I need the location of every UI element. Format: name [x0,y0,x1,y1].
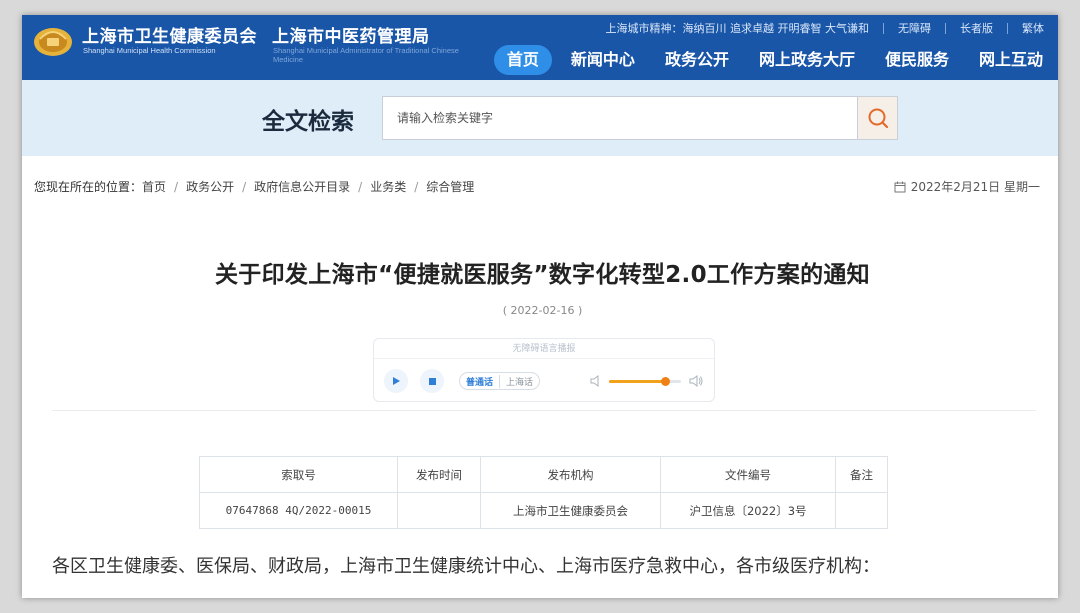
org-name[interactable]: 上海市卫生健康委员会 [82,22,257,47]
publisher-cell: 上海市卫生健康委员会 [480,492,661,529]
traditional-chinese-link[interactable]: 繁体 [1022,20,1044,36]
nav-gov-affairs[interactable]: 政务公开 [665,45,729,75]
publish-date: ( 2022-02-16 ) [502,304,583,317]
accessibility-link[interactable]: 无障碍 [898,20,931,36]
index-number-cell: 07647868 4Q/2022-00015 [199,492,398,529]
nav-online-hall[interactable]: 网上政务大厅 [759,45,855,75]
site-header: 上海市卫生健康委员会 Shanghai Municipal Health Com… [22,15,1058,80]
nav-home[interactable]: 首页 [493,45,552,75]
volume-low-icon[interactable] [589,374,603,388]
nav-services[interactable]: 便民服务 [885,45,949,75]
document-info-table: 索取号 发布时间 发布机构 文件编号 备注 07647868 4Q/2022-0… [199,456,888,529]
table-header-cell: 发布时间 [397,456,481,493]
browser-page: 上海市卫生健康委员会 Shanghai Municipal Health Com… [22,15,1058,598]
top-utility-bar: 上海城市精神：海纳百川 追求卓越 开明睿智 大气谦和 无障碍 长者版 繁体 [606,20,1045,36]
document-number-cell: 沪卫信息〔2022〕3号 [660,492,836,529]
divider [883,22,884,34]
main-nav: 首页 新闻中心 政务公开 网上政务大厅 便民服务 网上互动 [479,45,1058,75]
elder-mode-link[interactable]: 长者版 [960,20,993,36]
table-header-row: 索取号 发布时间 发布机构 文件编号 备注 [199,456,888,493]
divider [1007,22,1008,34]
lang-mandarin[interactable]: 普通话 [466,374,501,388]
divider [945,22,946,34]
breadcrumb-home[interactable]: 首页 [142,178,166,195]
section-divider [52,410,1036,411]
breadcrumb-separator: / [242,179,247,194]
volume-fill [609,380,666,383]
org-name-en: Shanghai Municipal Health Commission [83,46,216,55]
search-input[interactable] [382,96,858,140]
nav-news[interactable]: 新闻中心 [571,45,635,75]
current-date-text: 2022年2月21日 星期一 [910,180,1040,194]
breadcrumb-gov-affairs[interactable]: 政务公开 [186,178,234,195]
breadcrumb: 您现在所在的位置： 首页 / 政务公开 / 政府信息公开目录 / 业务类 / 综… [34,178,474,195]
volume-high-icon[interactable] [688,374,704,388]
remarks-cell [835,492,888,529]
breadcrumb-separator: / [174,179,179,194]
player-header: 无障碍语言播报 [374,339,714,359]
search-band: 全文检索 [22,80,1058,156]
table-row: 07647868 4Q/2022-00015 上海市卫生健康委员会 沪卫信息〔2… [199,492,888,529]
search-button[interactable] [857,96,898,140]
org2-name-en: Shanghai Municipal Administrator of Trad… [273,46,459,64]
article-salutation: 各区卫生健康委、医保局、财政局，上海市卫生健康统计中心、上海市医疗急救中心，各市… [52,556,880,577]
lang-shanghainese[interactable]: 上海话 [500,375,533,388]
breadcrumb-catalog[interactable]: 政府信息公开目录 [254,178,350,195]
city-spirit-text: 上海城市精神：海纳百川 追求卓越 开明睿智 大气谦和 [605,22,870,35]
stop-button[interactable] [420,369,444,393]
table-header-cell: 备注 [835,456,888,493]
volume-slider[interactable] [609,377,681,386]
audio-player: 无障碍语言播报 普通话 上海话 [373,338,715,402]
emblem-logo-icon[interactable] [32,23,74,57]
table-header-cell: 索取号 [199,456,398,493]
play-icon [393,377,400,385]
breadcrumb-separator: / [414,179,419,194]
publish-time-cell [397,492,481,529]
org2-name[interactable]: 上海市中医药管理局 [272,22,430,47]
table-header-cell: 文件编号 [660,456,836,493]
volume-handle[interactable] [661,377,671,386]
article-title: 关于印发上海市“便捷就医服务”数字化转型2.0工作方案的通知 [215,262,870,288]
search-icon [868,108,888,129]
table-header-cell: 发布机构 [480,456,661,493]
play-button[interactable] [384,369,408,393]
search-title: 全文检索 [262,109,354,135]
breadcrumb-label: 您现在所在的位置： [34,180,143,194]
calendar-icon [894,181,906,192]
breadcrumb-business[interactable]: 业务类 [370,178,406,195]
stop-icon [428,377,436,385]
nav-interaction[interactable]: 网上互动 [979,45,1043,75]
language-switch: 普通话 上海话 [459,372,541,390]
breadcrumb-separator: / [358,179,363,194]
current-date: 2022年2月21日 星期一 [894,178,1040,195]
breadcrumb-general-mgmt[interactable]: 综合管理 [426,178,474,195]
